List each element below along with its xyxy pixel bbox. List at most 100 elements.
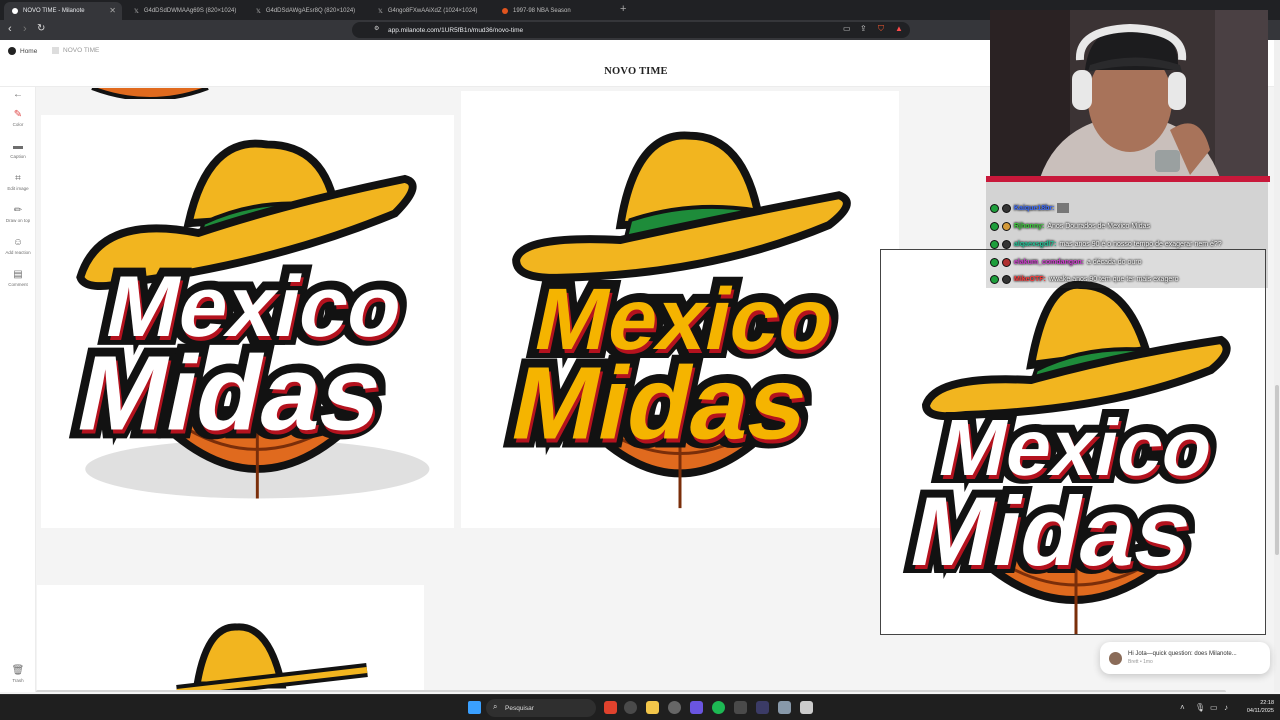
collapse-arrow[interactable]: ←	[0, 89, 36, 100]
home-icon[interactable]	[8, 47, 16, 55]
x-icon: 𝕏	[256, 8, 261, 15]
spotify-icon[interactable]	[712, 701, 725, 714]
toast-meta: Brett • 1mo	[1128, 659, 1153, 665]
tab-image-1[interactable]: 𝕏 G4dDSdDWMAAg69S (820×1024)	[126, 2, 244, 20]
image-card-white-logo[interactable]: Mexico Mexico Mexico Midas Midas Midas	[41, 115, 454, 528]
chat-username: elakum_comdangon:	[1014, 258, 1085, 266]
logo-line2: Midas	[502, 346, 819, 462]
chat-message: alqaexsgdl7: mas anos 90 é o nosso tempo…	[990, 237, 1222, 251]
badge-icon	[1002, 257, 1011, 267]
forward-icon[interactable]: ›	[23, 23, 27, 35]
chat-username: Rjhonny:	[1014, 222, 1045, 230]
scrollbar-thumb[interactable]	[1275, 385, 1279, 555]
tool-comment[interactable]: ▤ Comment	[0, 269, 36, 287]
tab-novo-time[interactable]: NOVO TIME - Milanote ✕	[4, 2, 122, 20]
chat-message: Rjhonny: Anos Dourados de Mexico Midas	[990, 219, 1150, 233]
close-icon[interactable]: ✕	[109, 6, 116, 15]
tool-edit-image[interactable]: ⌗ Edit image	[0, 173, 36, 191]
chat-text: a década do ouro	[1087, 258, 1142, 266]
discord-icon[interactable]	[690, 701, 703, 714]
network-icon[interactable]: ▭	[1210, 703, 1218, 712]
tab-image-2[interactable]: 𝕏 G4dDSdAWgAEsr8Q (820×1024)	[248, 2, 366, 20]
app-icon[interactable]	[668, 701, 681, 714]
share-icon[interactable]: ⇪	[860, 24, 867, 33]
avatar	[1109, 651, 1122, 665]
taskbar-clock[interactable]: 22:18 04/11/2025	[1238, 699, 1274, 715]
app-icon[interactable]	[756, 701, 769, 714]
tool-caption[interactable]: ▬ Caption	[0, 141, 36, 159]
arrow-left-icon: ←	[13, 89, 23, 100]
trash-icon: 🗑	[11, 665, 25, 676]
tool-draw[interactable]: ✏ Draw on top	[0, 205, 36, 223]
badge-icon	[990, 203, 999, 213]
windows-start-icon[interactable]	[468, 701, 481, 714]
search-placeholder: Pesquisar	[505, 704, 534, 712]
tool-label: Color	[12, 122, 24, 127]
chevron-up-icon[interactable]: ˄	[1180, 703, 1185, 712]
date: 04/11/2025	[1246, 708, 1274, 714]
streamer-webcam-image	[990, 10, 1268, 178]
volume-icon[interactable]: ♪	[1224, 703, 1228, 712]
emote-icon	[1057, 203, 1070, 213]
file-explorer-icon[interactable]	[646, 701, 659, 714]
image-card-partial-top[interactable]	[80, 87, 220, 99]
badge-icon	[990, 257, 999, 267]
image-card-gold-logo[interactable]: Mexico Mexico Mexico Midas Midas Midas	[461, 91, 899, 528]
tool-reaction[interactable]: ☺ Add reaction	[0, 237, 36, 255]
tool-color[interactable]: ✎ Color	[0, 109, 36, 127]
reload-icon[interactable]: ↻	[37, 23, 45, 34]
brave-browser-icon[interactable]	[604, 701, 617, 714]
tab-title: G4ngo8FXwAAiXdZ (1024×1024)	[387, 8, 478, 14]
back-icon[interactable]: ‹	[8, 23, 12, 35]
breadcrumb: Home	[8, 47, 37, 55]
cast-icon[interactable]: ▭	[843, 24, 851, 33]
tab-image-3[interactable]: 𝕏 G4ngo8FXwAAiXdZ (1024×1024)	[370, 2, 488, 20]
chat-text: Anos Dourados de Mexico Midas	[1047, 222, 1151, 230]
microphone-icon[interactable]: 🎙	[1195, 703, 1205, 712]
settings-icon[interactable]	[624, 701, 637, 714]
app-icon[interactable]	[778, 701, 791, 714]
app-icon[interactable]	[734, 701, 747, 714]
mexico-midas-logo: Mexico Mexico Mexico Midas Midas Midas	[893, 280, 1231, 634]
tool-label: Draw on top	[5, 218, 31, 223]
chat-text: wwake anos 90 tem que ter mais exagero	[1048, 275, 1179, 283]
breadcrumb-board-label: NOVO TIME	[63, 47, 100, 54]
chat-username: alqaexsgdl7:	[1014, 240, 1057, 248]
image-card-partial-bottom[interactable]	[37, 585, 424, 692]
chat-text: mas anos 90 é o nosso tempo de exagerar …	[1059, 240, 1222, 248]
logo-fragment	[91, 87, 209, 99]
taskbar-search[interactable]: ⌕ Pesquisar	[486, 699, 596, 717]
tab-title: NOVO TIME - Milanote	[23, 8, 85, 14]
tool-label: Add reaction	[5, 250, 31, 255]
rewards-icon[interactable]: ▲	[895, 24, 903, 33]
milanote-icon	[12, 8, 18, 14]
breadcrumb-home[interactable]: Home	[20, 48, 37, 55]
vertical-scrollbar[interactable]	[1274, 40, 1280, 692]
tab-nba-season[interactable]: 1997-98 NBA Season	[494, 2, 612, 20]
x-icon: 𝕏	[134, 8, 139, 15]
tab-title: 1997-98 NBA Season	[513, 8, 571, 14]
pencil-icon: ✏	[13, 205, 23, 216]
breadcrumb-board[interactable]: NOVO TIME	[52, 47, 99, 54]
windows-taskbar: ⌕ Pesquisar ˄ 🎙 ▭ ♪ 22:18 04/11/2025	[0, 694, 1280, 720]
x-icon: 𝕏	[378, 8, 383, 15]
image-preview-popup[interactable]: Mexico Mexico Mexico Midas Midas Midas	[880, 249, 1266, 635]
board-title: NOVO TIME	[604, 66, 668, 77]
badge-icon	[1002, 203, 1011, 213]
site-info-icon[interactable]: ⚙	[374, 25, 379, 32]
brave-shield-icon[interactable]: ⛉	[878, 24, 884, 34]
trash-button[interactable]: 🗑 Trash	[0, 665, 36, 683]
mexico-midas-logo: Mexico Mexico Mexico Midas Midas Midas	[493, 131, 853, 509]
address-bar[interactable]: app.milanote.com/1UR5fB1n/mud36/novo-tim…	[352, 22, 910, 38]
support-chat-toast[interactable]: Hi Jota—quick question: does Milanote...…	[1100, 642, 1270, 674]
horizontal-scrollbar[interactable]	[36, 690, 1226, 692]
logo-line2: Midas	[901, 477, 1202, 587]
stream-chat-overlay: Kaique18br: Rjhonny: Anos Dourados de Me…	[986, 182, 1268, 288]
chat-message: elakum_comdangon: a década do ouro	[990, 255, 1142, 269]
toast-text: Hi Jota—quick question: does Milanote...	[1128, 651, 1237, 657]
badge-icon	[990, 221, 999, 231]
new-tab-button[interactable]: +	[620, 3, 626, 15]
app-icon[interactable]	[800, 701, 813, 714]
tab-title: G4dDSdAWgAEsr8Q (820×1024)	[265, 8, 356, 14]
smile-icon: ☺	[12, 237, 24, 248]
